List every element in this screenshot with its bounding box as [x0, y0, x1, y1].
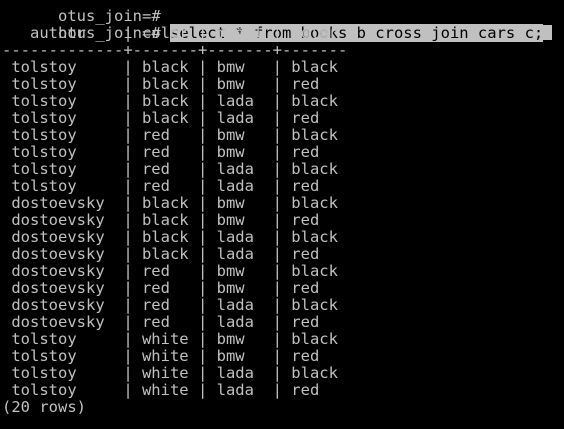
- table-row: tolstoy | white | lada | red: [2, 381, 320, 399]
- table-row: tolstoy | red | bmw | red: [2, 143, 320, 161]
- previous-prompt-line: otus_join=#: [2, 0, 552, 25]
- table-row: dostoevsky | red | lada | black: [2, 296, 338, 314]
- table-row: tolstoy | black | bmw | black: [2, 58, 338, 76]
- table-row: dostoevsky | red | lada | red: [2, 313, 320, 331]
- result-separator: -------------+-------+-------+-------: [2, 41, 348, 59]
- table-row: tolstoy | black | lada | black: [2, 92, 338, 110]
- table-row: dostoevsky | black | lada | red: [2, 245, 320, 263]
- table-row: dostoevsky | red | bmw | red: [2, 279, 320, 297]
- table-row: dostoevsky | black | bmw | black: [2, 194, 338, 212]
- previous-prompt: otus_join=#: [58, 7, 161, 25]
- terminal-output: otus_join=# otus_join=# select * from bo…: [2, 0, 553, 416]
- table-row: tolstoy | red | bmw | black: [2, 126, 338, 144]
- table-row: tolstoy | red | lada | red: [2, 177, 320, 195]
- terminal-window[interactable]: otus_join=# otus_join=# select * from bo…: [0, 0, 564, 429]
- table-row: dostoevsky | black | lada | black: [2, 228, 338, 246]
- table-row: tolstoy | white | bmw | black: [2, 330, 338, 348]
- table-row: tolstoy | white | lada | black: [2, 364, 338, 382]
- row-count-footer: (20 rows): [2, 398, 86, 416]
- table-row: tolstoy | black | bmw | red: [2, 75, 320, 93]
- table-row: tolstoy | black | lada | red: [2, 109, 320, 127]
- table-row: tolstoy | white | bmw | red: [2, 347, 320, 365]
- table-row: tolstoy | red | lada | black: [2, 160, 338, 178]
- table-row: dostoevsky | black | bmw | red: [2, 211, 320, 229]
- table-row: dostoevsky | red | bmw | black: [2, 262, 338, 280]
- terminal-cursor: [543, 25, 553, 40]
